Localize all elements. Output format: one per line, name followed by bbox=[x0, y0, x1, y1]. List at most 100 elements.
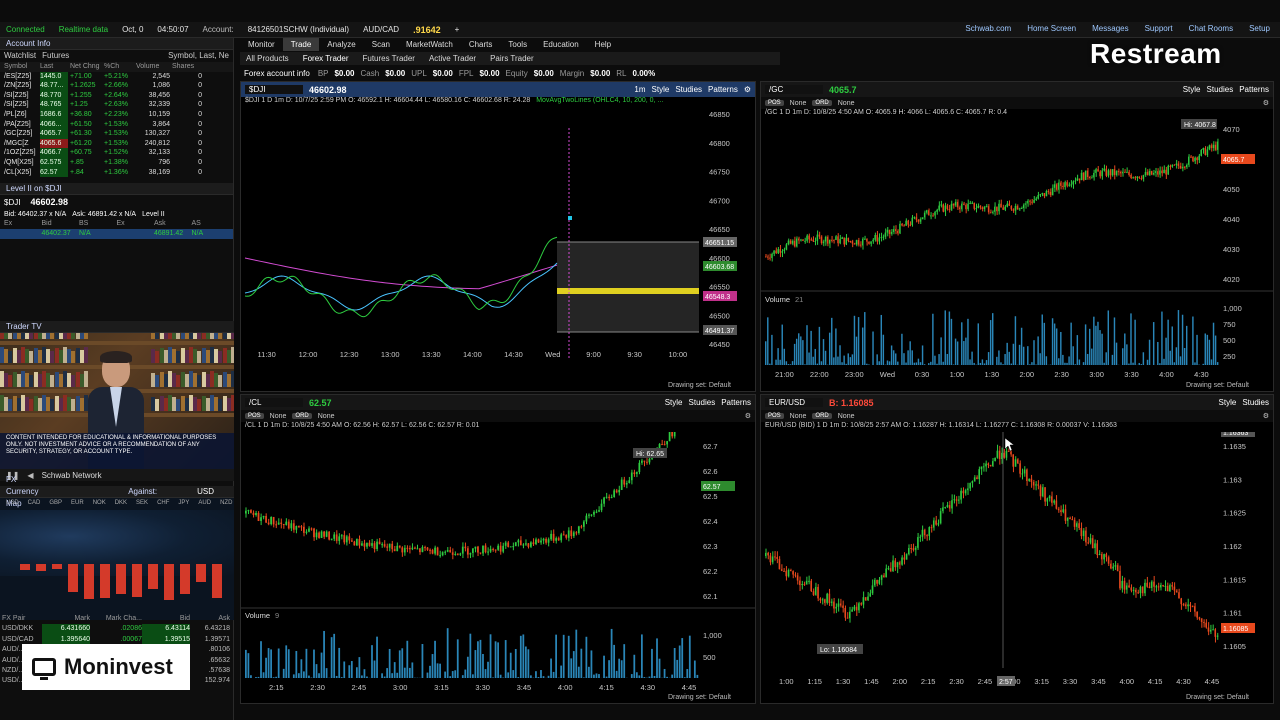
watchlist-row[interactable]: /MGC[Z 4065.6 +61.20 +1.53% 240,812 0 bbox=[0, 138, 233, 149]
watchlist-row[interactable]: /SI[Z25] 48.765 +1.25 +2.63% 32,339 0 bbox=[0, 100, 233, 110]
y-axis[interactable]: 62.7 62.6 62.5 62.4 62.3 62.2 62.1 bbox=[703, 442, 718, 601]
style-button[interactable]: Style bbox=[652, 85, 670, 94]
currency-tab[interactable]: NOK bbox=[93, 500, 106, 506]
fx-col[interactable]: Mark bbox=[42, 614, 90, 624]
y-axis[interactable]: 4685046800467504670046650466004655046500… bbox=[709, 110, 730, 349]
fx-col[interactable]: Mark Cha... bbox=[90, 614, 142, 624]
volume-axis[interactable]: 1,000 750 500 250 bbox=[1223, 304, 1242, 361]
gear-icon[interactable]: ⚙ bbox=[744, 85, 751, 94]
volume-axis[interactable]: 1,000 500 bbox=[703, 631, 722, 662]
menu-monitor[interactable]: Monitor bbox=[240, 38, 283, 51]
watchlist-row[interactable]: /ZN[Z25] 48.77... +1.2625 +2.66% 1,086 0 bbox=[0, 81, 233, 91]
y-axis[interactable]: 407040604050404040304020 bbox=[1223, 125, 1240, 284]
x-axis[interactable]: 21:00 22:00 23:00 Wed 0:30 1:00 1:30 2:00 2:30 3:… bbox=[775, 370, 1209, 379]
gear-icon[interactable]: ⚙ bbox=[1263, 99, 1269, 107]
trader-tv-video[interactable]: CONTENT INTENDED FOR EDUCATIONAL & INFOR… bbox=[0, 333, 234, 469]
currency-tab[interactable]: DKK bbox=[115, 500, 127, 506]
style-button[interactable]: Style bbox=[665, 398, 683, 407]
level2-symbol[interactable]: $DJI bbox=[4, 198, 20, 207]
watchlist-row[interactable]: /1OZ[Z25] 4066.7 +60.75 +1.52% 32,133 0 bbox=[0, 148, 233, 158]
watchlist-row[interactable]: /ES[Z25] 1445.0 +71.00 +5.21% 2,545 0 bbox=[0, 71, 233, 82]
currency-tab[interactable]: GBP bbox=[49, 500, 62, 506]
symbol-selector[interactable]: /CL bbox=[245, 398, 303, 407]
tab-active-trader[interactable]: Active Trader bbox=[429, 54, 476, 63]
style-button[interactable]: Style bbox=[1219, 398, 1237, 407]
currency-tab[interactable]: CAD bbox=[28, 500, 41, 506]
against-selector[interactable]: USD bbox=[197, 486, 214, 498]
menu-trade[interactable]: Trade bbox=[282, 38, 320, 51]
pos-value[interactable]: None bbox=[270, 413, 287, 420]
currency-tab[interactable]: SEK bbox=[136, 500, 148, 506]
menu-marketwatch[interactable]: MarketWatch bbox=[398, 38, 461, 51]
forex-account-title[interactable]: Forex account info bbox=[244, 69, 310, 78]
col-volume[interactable]: Volume bbox=[136, 62, 170, 72]
watchlist-row[interactable]: /PA[Z25] 4066... +61.50 +1.53% 3,864 0 bbox=[0, 119, 233, 130]
chart-canvas[interactable]: 407040604050404040304020Hi: 4067.84065.7… bbox=[761, 119, 1274, 392]
fx-col[interactable]: Ask bbox=[190, 614, 230, 624]
menu-analyze[interactable]: Analyze bbox=[319, 38, 363, 51]
link-chat-rooms[interactable]: Chat Rooms bbox=[1189, 24, 1233, 33]
style-button[interactable]: Style bbox=[1183, 85, 1201, 94]
menu-charts[interactable]: Charts bbox=[461, 38, 501, 51]
watchlist-row[interactable]: /PL[Z6] 1686.6 +36.80 +2.23% 10,159 0 bbox=[0, 109, 233, 120]
pos-value[interactable]: None bbox=[790, 413, 807, 420]
col-pct-change[interactable]: %Ch bbox=[104, 62, 134, 72]
level2-header[interactable]: Level II on $DJI bbox=[0, 183, 233, 196]
studies-button[interactable]: Studies bbox=[1242, 398, 1269, 407]
account-info-header[interactable]: Account Info bbox=[0, 38, 233, 50]
watchlist-row[interactable]: /GC[Z25] 4065.7 +61.30 +1.53% 130,327 0 bbox=[0, 129, 233, 139]
link-home-screen[interactable]: Home Screen bbox=[1027, 24, 1076, 33]
drawing-set[interactable]: Drawing set: Default bbox=[668, 694, 731, 701]
chart-canvas[interactable]: 1.1635 1.163 1.1625 1.162 1.1615 1.161 1.1605 L… bbox=[761, 432, 1274, 704]
pos-value[interactable]: None bbox=[790, 100, 807, 107]
menu-help[interactable]: Help bbox=[587, 38, 619, 51]
currency-tab[interactable]: AUD bbox=[198, 500, 211, 506]
menu-education[interactable]: Education bbox=[535, 38, 587, 51]
chart-canvas[interactable]: 62.7 62.6 62.5 62.4 62.3 62.2 62.1 Hi: 62.65 62.… bbox=[241, 432, 756, 704]
link-setup[interactable]: Setup bbox=[1249, 24, 1270, 33]
col-net-chng[interactable]: Net Chng bbox=[70, 62, 102, 72]
chart-dji[interactable]: $DJI 46602.98 1m Style Studies Patterns … bbox=[240, 81, 756, 392]
timeframe-selector[interactable]: 1m bbox=[634, 85, 645, 94]
tab-pairs-trader[interactable]: Pairs Trader bbox=[490, 54, 534, 63]
symbol-selector[interactable]: EUR/USD bbox=[765, 398, 823, 407]
studies-button[interactable]: Studies bbox=[1207, 85, 1234, 94]
patterns-button[interactable]: Patterns bbox=[721, 398, 751, 407]
currency-tab[interactable]: EUR bbox=[71, 500, 84, 506]
link-schwab[interactable]: Schwab.com bbox=[965, 24, 1011, 33]
fx-col[interactable]: FX Pair bbox=[2, 614, 42, 624]
x-axis[interactable]: 2:15 2:30 2:45 3:00 3:15 3:30 3:45 4:00 4:15 4:30… bbox=[269, 683, 696, 692]
fx-col[interactable]: Bid bbox=[142, 614, 190, 624]
col-shares[interactable]: Shares bbox=[172, 62, 202, 72]
gear-icon[interactable]: ⚙ bbox=[745, 412, 751, 420]
watchlist-row[interactable]: /QM[X25] 62.575 +.85 +1.38% 796 0 bbox=[0, 157, 233, 168]
drawing-set[interactable]: Drawing set: Default bbox=[668, 382, 731, 389]
currency-tab[interactable]: NZD bbox=[220, 500, 232, 506]
studies-button[interactable]: Studies bbox=[689, 398, 716, 407]
menu-scan[interactable]: Scan bbox=[364, 38, 398, 51]
patterns-button[interactable]: Patterns bbox=[1239, 85, 1269, 94]
watchlist-row[interactable]: /CL[X25] 62.57 +.84 +1.36% 38,169 0 bbox=[0, 167, 233, 178]
chart-cl[interactable]: /CL 62.57 Style Studies Patterns POS None… bbox=[240, 394, 756, 704]
gear-icon[interactable]: ⚙ bbox=[1263, 412, 1269, 420]
tab-all-products[interactable]: All Products bbox=[246, 54, 289, 63]
y-axis[interactable]: 1.1635 1.163 1.1625 1.162 1.1615 1.161 1.1605 bbox=[1223, 442, 1246, 651]
ord-value[interactable]: None bbox=[838, 413, 855, 420]
link-support[interactable]: Support bbox=[1145, 24, 1173, 33]
menu-tools[interactable]: Tools bbox=[500, 38, 535, 51]
watchlist-row[interactable]: /SI[Z25] 48.770 +1.255 +2.64% 38,456 0 bbox=[0, 90, 233, 101]
chart-eurusd[interactable]: EUR/USD B: 1.16085 Style Studies POS None… bbox=[760, 394, 1274, 704]
drawing-set[interactable]: Drawing set: Default bbox=[1186, 382, 1249, 389]
link-messages[interactable]: Messages bbox=[1092, 24, 1128, 33]
level2-book[interactable]: Level II bbox=[142, 211, 165, 218]
ord-value[interactable]: None bbox=[838, 100, 855, 107]
tab-futures-trader[interactable]: Futures Trader bbox=[362, 54, 414, 63]
currency-tab[interactable]: CHF bbox=[157, 500, 169, 506]
drawing-set[interactable]: Drawing set: Default bbox=[1186, 694, 1249, 701]
currency-tab[interactable]: USD bbox=[6, 500, 19, 506]
ord-value[interactable]: None bbox=[318, 413, 335, 420]
col-symbol[interactable]: Symbol bbox=[4, 62, 38, 72]
patterns-button[interactable]: Patterns bbox=[708, 85, 738, 94]
symbol-selector[interactable]: /GC bbox=[765, 85, 823, 94]
level2-row[interactable]: 46402.37 N/A 46891.42 N/A bbox=[0, 229, 233, 240]
